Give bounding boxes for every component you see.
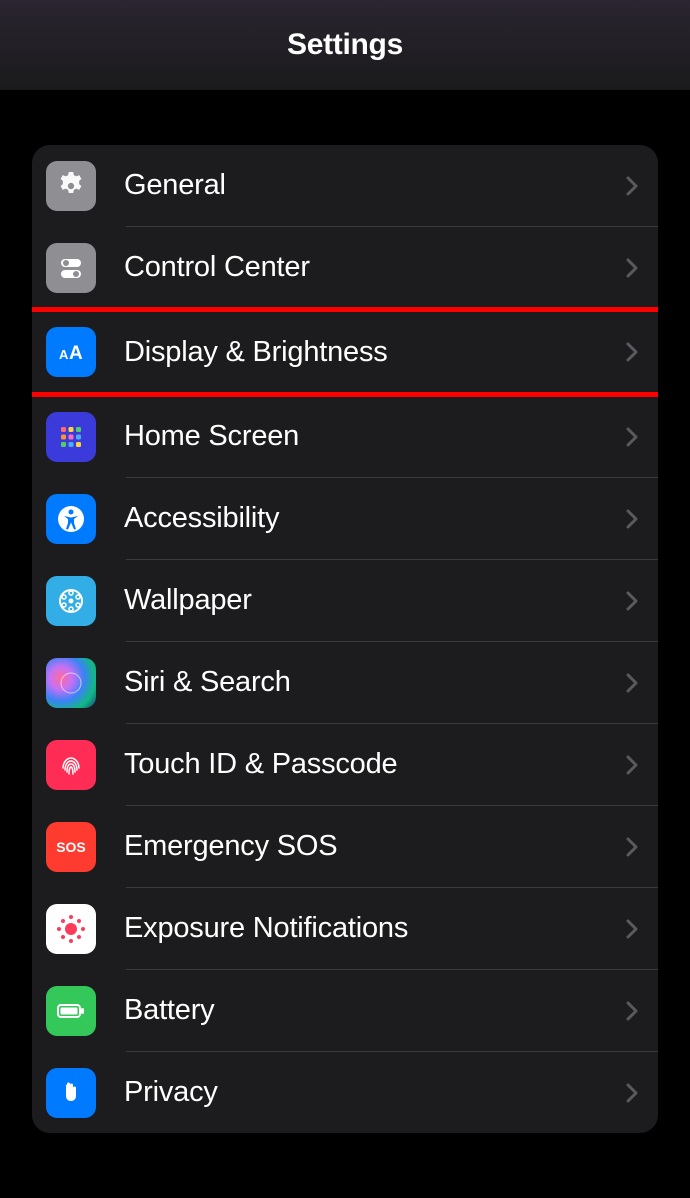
row-control-center[interactable]: Control Center: [32, 227, 658, 308]
siri-icon: [46, 658, 96, 708]
wallpaper-icon: [46, 576, 96, 626]
row-label: Exposure Notifications: [124, 912, 626, 945]
sos-icon: SOS: [46, 822, 96, 872]
battery-icon: [46, 986, 96, 1036]
row-home-screen[interactable]: Home Screen: [32, 396, 658, 477]
row-label: Touch ID & Passcode: [124, 748, 626, 781]
chevron-right-icon: [626, 673, 638, 693]
chevron-right-icon: [626, 176, 638, 196]
chevron-right-icon: [626, 591, 638, 611]
row-label: Battery: [124, 994, 626, 1027]
chevron-right-icon: [626, 342, 638, 362]
page-title: Settings: [287, 28, 403, 62]
row-emergency-sos[interactable]: SOS Emergency SOS: [32, 806, 658, 887]
row-label: Home Screen: [124, 420, 626, 453]
svg-text:SOS: SOS: [56, 839, 86, 855]
chevron-right-icon: [626, 1083, 638, 1103]
chevron-right-icon: [626, 837, 638, 857]
row-exposure-notifications[interactable]: Exposure Notifications: [32, 888, 658, 969]
row-label: Emergency SOS: [124, 830, 626, 863]
row-label: Control Center: [124, 251, 626, 284]
chevron-right-icon: [626, 755, 638, 775]
row-label: Privacy: [124, 1076, 626, 1109]
svg-text:A: A: [69, 343, 83, 364]
row-label: Accessibility: [124, 502, 626, 535]
text-size-icon: AA: [46, 327, 96, 377]
chevron-right-icon: [626, 919, 638, 939]
row-label: Wallpaper: [124, 584, 626, 617]
fingerprint-icon: [46, 740, 96, 790]
row-siri-search[interactable]: Siri & Search: [32, 642, 658, 723]
row-privacy[interactable]: Privacy: [32, 1052, 658, 1133]
header-bar: Settings: [0, 0, 690, 90]
row-accessibility[interactable]: Accessibility: [32, 478, 658, 559]
row-general[interactable]: General: [32, 145, 658, 226]
row-touch-id[interactable]: Touch ID & Passcode: [32, 724, 658, 805]
home-screen-icon: [46, 412, 96, 462]
content-area: General Control Center AA Display & Brig…: [0, 90, 690, 1133]
hand-icon: [46, 1068, 96, 1118]
gear-icon: [46, 161, 96, 211]
row-display-brightness[interactable]: AA Display & Brightness: [32, 309, 658, 395]
exposure-icon: [46, 904, 96, 954]
row-label: Siri & Search: [124, 666, 626, 699]
svg-text:A: A: [59, 347, 69, 362]
row-label: General: [124, 169, 626, 202]
chevron-right-icon: [626, 427, 638, 447]
chevron-right-icon: [626, 509, 638, 529]
chevron-right-icon: [626, 258, 638, 278]
accessibility-icon: [46, 494, 96, 544]
chevron-right-icon: [626, 1001, 638, 1021]
row-battery[interactable]: Battery: [32, 970, 658, 1051]
row-wallpaper[interactable]: Wallpaper: [32, 560, 658, 641]
row-label: Display & Brightness: [124, 336, 626, 369]
switches-icon: [46, 243, 96, 293]
settings-group: General Control Center AA Display & Brig…: [32, 145, 658, 1133]
